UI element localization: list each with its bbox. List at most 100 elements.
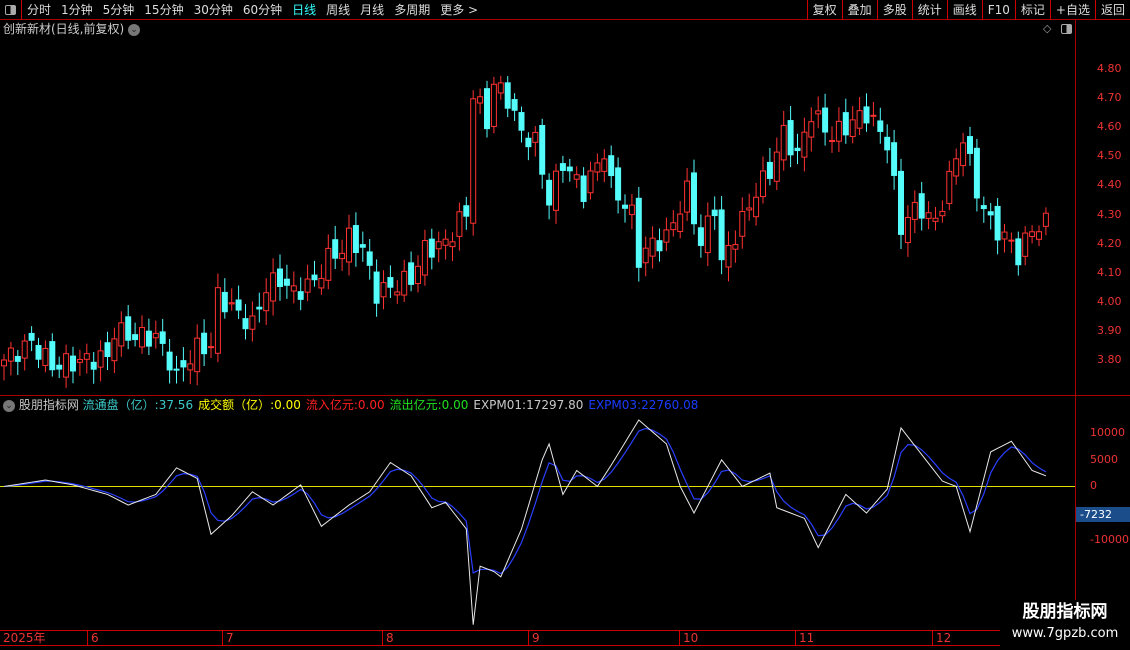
candle: [656, 228, 663, 262]
indicator-field: 流通盘（亿）:37.56: [83, 398, 193, 412]
chevron-down-icon[interactable]: ⌄: [3, 399, 15, 412]
candle: [697, 214, 704, 258]
field-value: 0.00: [274, 398, 301, 412]
indicator-field: 成交额（亿）:0.00: [198, 398, 301, 412]
candle: [214, 273, 221, 363]
candle: [201, 319, 208, 367]
price-chart[interactable]: [0, 0, 1075, 630]
candle: [325, 234, 332, 290]
candle: [7, 341, 14, 376]
candle: [766, 147, 773, 186]
price-label: 3.90: [1097, 323, 1122, 337]
expm03-line: [3, 427, 1047, 575]
candle: [691, 159, 697, 235]
candle: [1036, 225, 1042, 247]
candle: [918, 181, 925, 231]
candle: [711, 196, 718, 230]
candle: [394, 280, 401, 304]
indicator-name: 股朋指标网: [18, 398, 79, 412]
candle: [125, 305, 132, 350]
candle: [263, 278, 270, 325]
candle: [539, 118, 546, 189]
candle: [104, 331, 111, 371]
candle: [808, 107, 815, 152]
candle: [139, 315, 145, 354]
candle: [773, 137, 780, 191]
candle: [815, 96, 822, 129]
candle: [90, 352, 97, 384]
candle: [111, 327, 118, 374]
candle: [332, 225, 339, 269]
date-axis: 2025年 6 7 8 9 10 11 12: [0, 630, 1075, 646]
price-label: 4.00: [1097, 294, 1122, 308]
candle: [497, 75, 504, 100]
candle: [884, 124, 891, 164]
candle: [904, 205, 911, 257]
candle: [387, 265, 394, 299]
watermark: 股朋指标网 www.7gpzb.com: [1000, 600, 1130, 650]
candle: [76, 349, 83, 376]
indicator-field: EXPM03:22760.08: [588, 398, 698, 412]
current-value-tag: -7232: [1076, 507, 1130, 522]
candle: [801, 117, 808, 172]
candle: [504, 76, 511, 118]
candle: [1042, 207, 1049, 236]
candle: [1001, 224, 1008, 253]
candle: [366, 239, 373, 280]
candle: [290, 271, 297, 304]
candle: [732, 230, 739, 263]
candle: [359, 231, 366, 262]
candle: [525, 132, 532, 161]
candle: [925, 201, 932, 230]
candle: [746, 193, 753, 221]
candle: [180, 347, 187, 382]
candle: [242, 304, 249, 340]
candle: [187, 350, 194, 385]
candle: [449, 232, 456, 262]
candle: [21, 334, 28, 371]
indicator-header: ⌄ 股朋指标网 流通盘（亿）:37.56 成交额（亿）:0.00 流入亿元:0.00…: [3, 397, 703, 413]
candle: [346, 214, 352, 276]
candle: [946, 160, 953, 211]
candle: [297, 277, 304, 311]
candle: [953, 148, 960, 185]
indicator-axis-label: 0: [1090, 479, 1097, 493]
field-label: 流通盘（亿）:: [82, 398, 159, 412]
date-label: 8: [382, 631, 394, 645]
candle: [428, 228, 435, 270]
candle: [194, 324, 201, 386]
candle: [546, 173, 553, 220]
candle: [725, 231, 732, 282]
indicator-axis-label: 5000: [1090, 452, 1118, 466]
candle: [511, 93, 518, 122]
candle: [718, 196, 725, 275]
price-label: 4.70: [1097, 91, 1122, 105]
candle: [863, 93, 870, 132]
axis-divider: [1075, 20, 1076, 632]
candle: [311, 260, 318, 287]
candle: [442, 229, 449, 260]
candle: [173, 355, 180, 384]
field-label: 成交额（亿）:: [198, 398, 275, 412]
candle: [380, 270, 387, 310]
candle: [615, 157, 622, 214]
pane-divider[interactable]: [0, 395, 1130, 396]
price-label: 4.50: [1097, 149, 1122, 163]
toolbar-button[interactable]: 返回: [1094, 0, 1130, 20]
candle: [373, 259, 380, 317]
candle: [994, 198, 1001, 255]
candle: [939, 200, 946, 223]
indicator-field: EXPM01:17297.80: [473, 398, 583, 412]
candle: [152, 320, 159, 349]
candle: [518, 106, 525, 143]
candle: [166, 338, 173, 384]
price-label: 4.30: [1097, 207, 1122, 221]
date-label: 6: [87, 631, 99, 645]
candle: [559, 155, 566, 183]
candle: [228, 288, 235, 311]
candle: [456, 202, 463, 251]
candle: [987, 203, 994, 230]
candle: [463, 196, 470, 230]
candle: [235, 285, 242, 319]
field-label: EXPM03:: [588, 398, 642, 412]
